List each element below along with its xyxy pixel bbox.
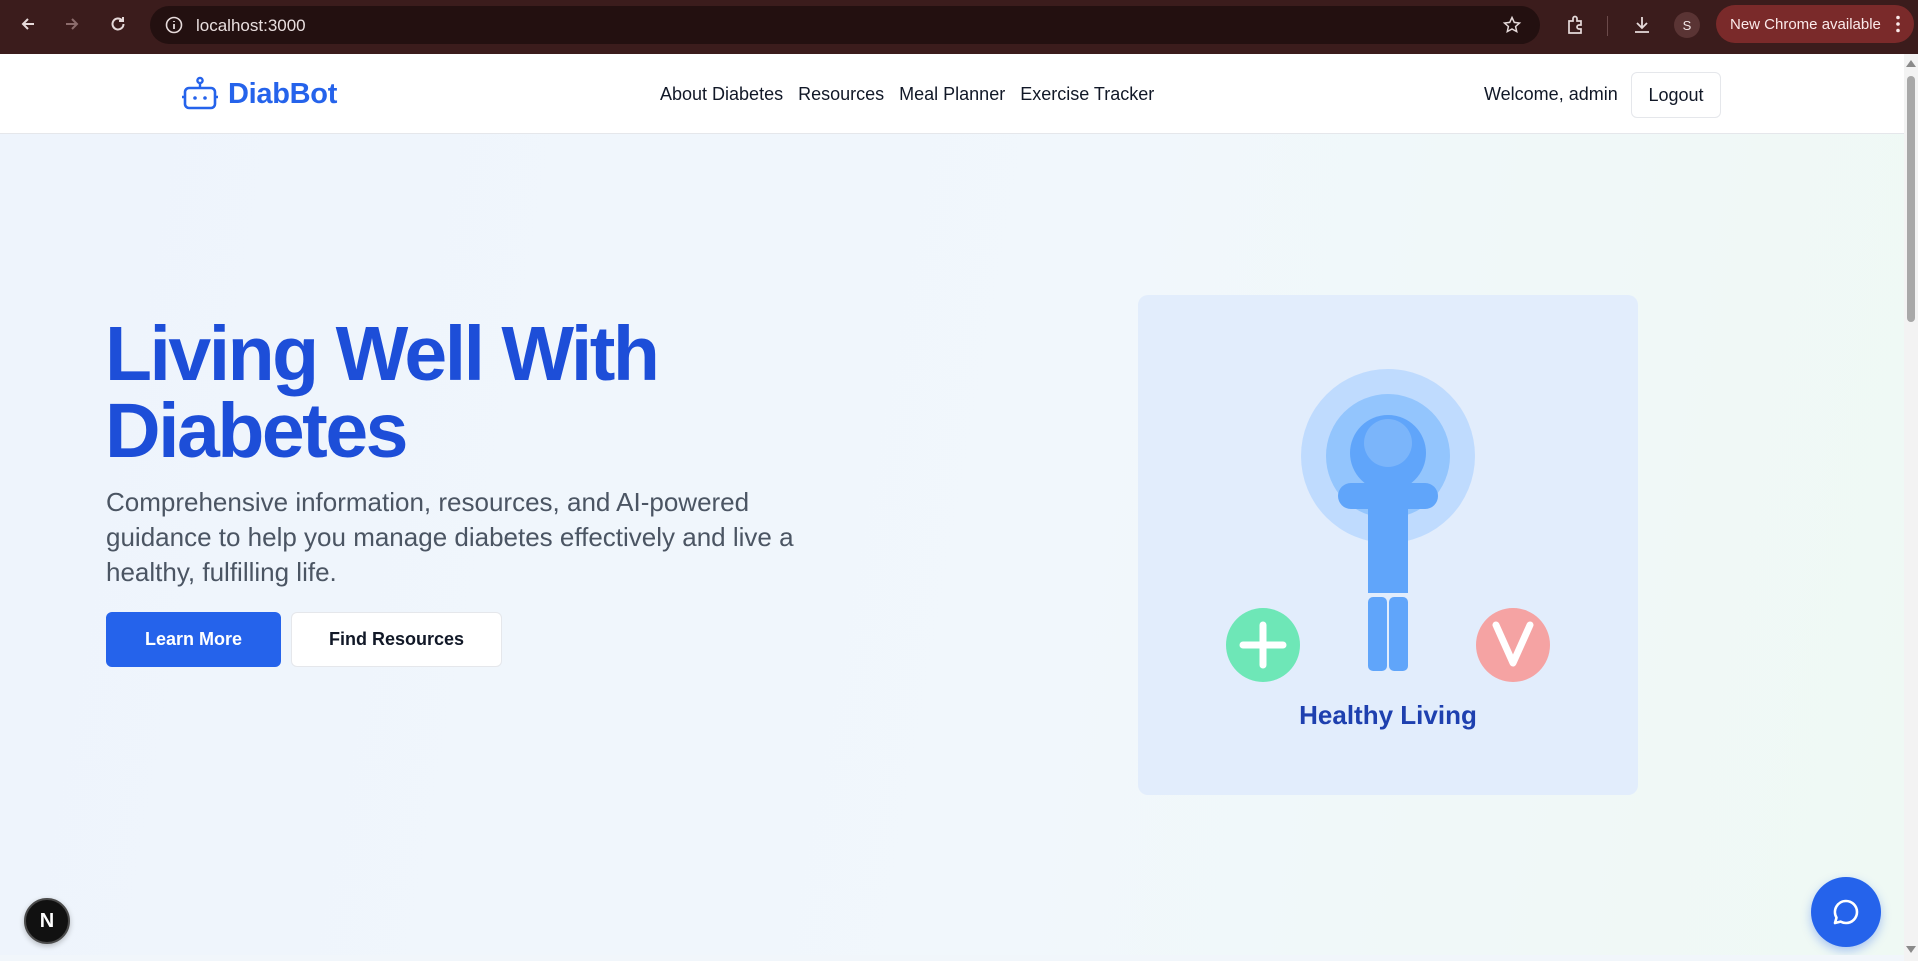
chrome-update-button[interactable]: New Chrome available — [1716, 5, 1914, 43]
scroll-down-arrow-icon[interactable] — [1906, 946, 1916, 953]
plus-icon — [1226, 608, 1300, 682]
download-icon[interactable] — [1630, 13, 1654, 37]
brand-name: DiabBot — [228, 77, 338, 110]
chat-bubble-icon — [1833, 899, 1859, 925]
nav-resources[interactable]: Resources — [798, 84, 884, 105]
nav-about-diabetes[interactable]: About Diabetes — [660, 84, 783, 105]
info-icon[interactable] — [164, 15, 184, 35]
heart-icon — [1476, 608, 1550, 682]
hero-subtitle: Comprehensive information, resources, an… — [106, 487, 794, 587]
page-viewport: DiabBot About Diabetes Resources Meal Pl… — [0, 54, 1904, 955]
reload-icon[interactable] — [104, 10, 132, 38]
find-resources-button[interactable]: Find Resources — [291, 612, 502, 667]
url-text[interactable]: localhost:3000 — [196, 16, 306, 36]
profile-avatar[interactable]: S — [1674, 12, 1700, 38]
more-icon[interactable] — [1896, 15, 1900, 33]
address-bar[interactable]: localhost:3000 — [150, 6, 1540, 44]
scroll-up-arrow-icon[interactable] — [1906, 60, 1916, 67]
update-label: New Chrome available — [1730, 15, 1881, 33]
page-scrollbar[interactable] — [1904, 54, 1918, 961]
nav-meal-planner[interactable]: Meal Planner — [899, 84, 1005, 105]
nextjs-dev-badge[interactable]: N — [24, 898, 70, 944]
star-icon[interactable] — [1502, 15, 1522, 35]
healthy-living-card: Healthy Living — [1138, 295, 1638, 795]
person-figure-icon — [1338, 415, 1438, 671]
toolbar-divider — [1607, 16, 1608, 36]
scrollbar-thumb[interactable] — [1907, 76, 1915, 322]
forward-icon[interactable] — [58, 10, 86, 38]
learn-more-button[interactable]: Learn More — [106, 612, 281, 667]
logout-button[interactable]: Logout — [1631, 72, 1721, 118]
brand[interactable]: DiabBot — [182, 76, 337, 112]
nav-exercise-tracker[interactable]: Exercise Tracker — [1020, 84, 1154, 105]
chat-button[interactable] — [1811, 877, 1881, 947]
back-icon[interactable] — [14, 10, 42, 38]
hero-title-line-1: Living Well With — [105, 311, 660, 397]
site-header: DiabBot About Diabetes Resources Meal Pl… — [0, 54, 1904, 134]
browser-toolbar: localhost:3000 S New Chrome available — [0, 0, 1918, 54]
extensions-icon[interactable] — [1564, 13, 1588, 37]
robot-logo-icon — [182, 76, 218, 110]
illustration-caption: Healthy Living — [1299, 700, 1477, 730]
hero-title-line-2: Diabetes — [105, 388, 408, 474]
main-nav: About Diabetes Resources Meal Planner Ex… — [660, 84, 1154, 105]
welcome-text: Welcome, admin — [1484, 84, 1618, 104]
hero-title: Living Well With Diabetes — [105, 316, 825, 470]
